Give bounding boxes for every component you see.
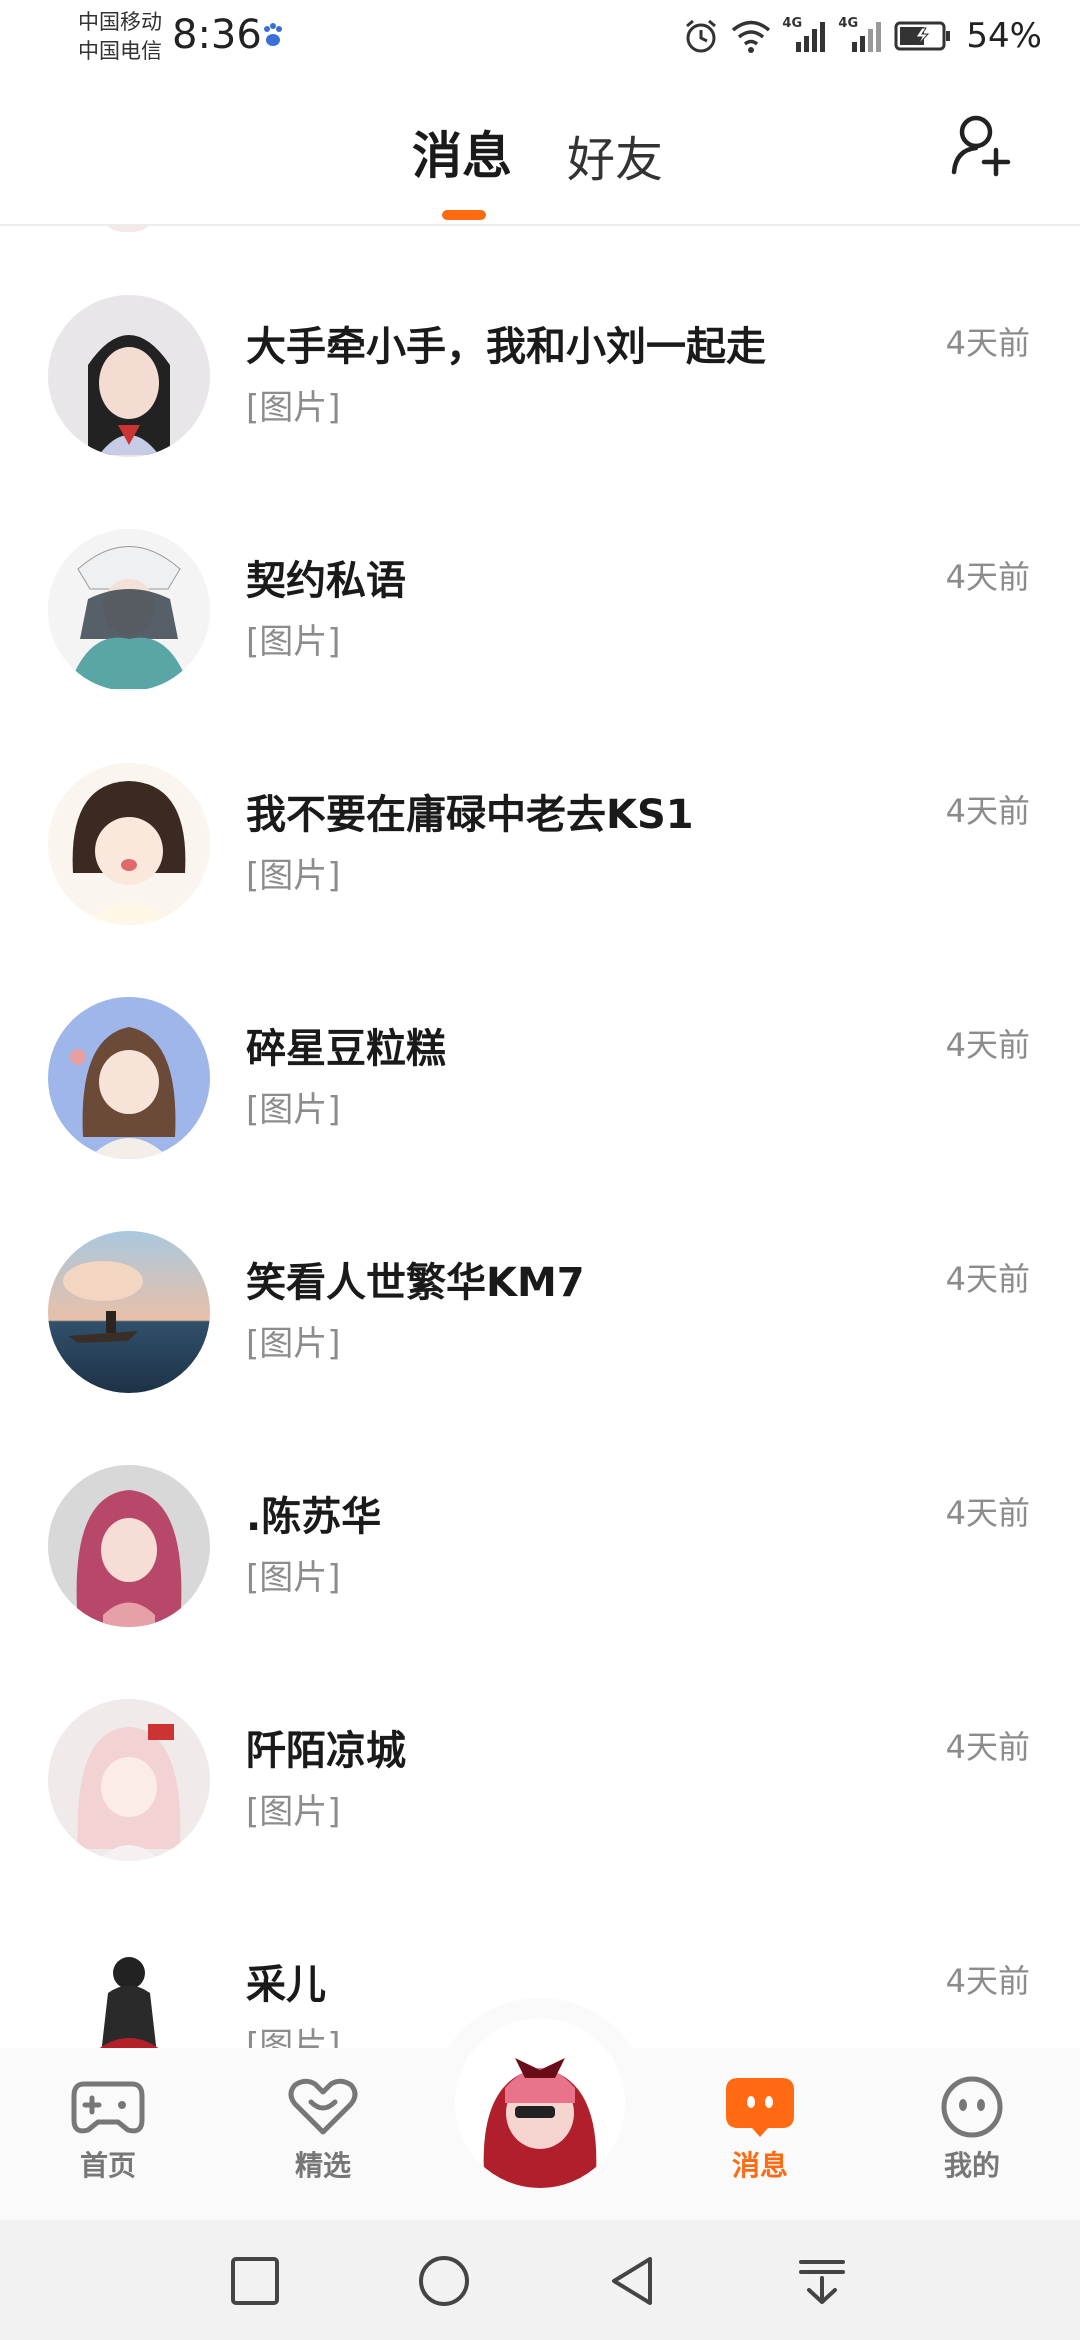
conversation-list[interactable]: 大手牵小手，我和小刘一起走 [图片] 4天前 契约私语 [图片] 4天前 我不要…	[0, 226, 1080, 2048]
signal-2: 4G	[838, 16, 884, 56]
nav-center-avatar[interactable]	[455, 2018, 625, 2188]
conversation-item[interactable]: .陈苏华 [图片] 4天前	[0, 1396, 1080, 1630]
message-preview: [图片]	[246, 856, 341, 896]
conversation-item[interactable]: 契约私语 [图片] 4天前	[0, 460, 1080, 694]
recent-apps-icon[interactable]	[228, 2254, 282, 2308]
message-preview: [图片]	[246, 1558, 341, 1598]
conversation-name: 契约私语	[246, 558, 406, 604]
status-time: 8:36	[172, 12, 262, 58]
conversation-item[interactable]: 笑看人世繁华KM7 [图片] 4天前	[0, 1162, 1080, 1396]
message-time: 4天前	[945, 1026, 1030, 1064]
avatar[interactable]	[48, 1933, 210, 2048]
conversation-name: 大手牵小手，我和小刘一起走	[246, 324, 766, 370]
battery-icon	[894, 21, 951, 51]
nav-me[interactable]: 我的	[912, 2076, 1032, 2184]
carrier-2: 中国电信	[78, 39, 162, 63]
nav-home-label: 首页	[79, 2149, 136, 2182]
avatar[interactable]	[48, 997, 210, 1159]
carrier-info: 中国移动 中国电信	[78, 8, 162, 66]
nav-featured[interactable]: 精选	[263, 2076, 383, 2184]
back-icon[interactable]	[606, 2254, 660, 2308]
chat-bubble-icon	[726, 2078, 794, 2137]
nav-home[interactable]: 首页	[48, 2076, 168, 2184]
message-preview: [图片]	[246, 388, 341, 428]
heart-icon	[288, 2078, 358, 2135]
message-time: 4天前	[945, 1962, 1030, 2000]
conversation-name: 采儿	[246, 1962, 326, 2008]
top-header: 消息 好友	[0, 76, 1080, 226]
message-preview: [图片]	[246, 622, 341, 662]
avatar[interactable]	[48, 1465, 210, 1627]
conversation-item[interactable]: 我不要在庸碌中老去KS1 [图片] 4天前	[0, 694, 1080, 928]
conversation-name: 笑看人世繁华KM7	[246, 1260, 585, 1306]
add-user-icon[interactable]	[950, 112, 1018, 180]
nav-messages-label: 消息	[731, 2149, 788, 2182]
carrier-1: 中国移动	[78, 10, 162, 34]
tab-friends[interactable]: 好友	[567, 120, 663, 190]
message-time: 4天前	[945, 324, 1030, 362]
avatar[interactable]	[48, 1231, 210, 1393]
message-preview: [图片]	[246, 1090, 341, 1130]
conversation-item[interactable]: 大手牵小手，我和小刘一起走 [图片] 4天前	[0, 226, 1080, 460]
face-icon	[941, 2076, 1003, 2138]
active-tab-indicator	[442, 210, 486, 220]
conversation-name: .陈苏华	[246, 1494, 382, 1540]
nav-messages[interactable]: 消息	[700, 2076, 820, 2184]
battery-percent: 54%	[966, 16, 1042, 56]
gamepad-icon	[71, 2081, 145, 2134]
nav-me-label: 我的	[943, 2149, 1000, 2182]
conversation-name: 我不要在庸碌中老去KS1	[246, 792, 694, 838]
conversation-name: 碎星豆粒糕	[246, 1026, 446, 1072]
status-bar: 中国移动 中国电信 8:36 4G 4G 54%	[0, 0, 1080, 76]
alarm-icon	[686, 19, 717, 53]
avatar[interactable]	[48, 1699, 210, 1861]
message-time: 4天前	[945, 792, 1030, 830]
paw-icon	[264, 23, 282, 46]
message-time: 4天前	[945, 1494, 1030, 1532]
signal-1: 4G	[782, 16, 828, 56]
tab-messages[interactable]: 消息	[412, 116, 512, 188]
message-preview: [图片]	[246, 2026, 341, 2048]
notification-pull-icon[interactable]	[795, 2254, 849, 2308]
avatar[interactable]	[48, 529, 210, 691]
message-time: 4天前	[945, 1728, 1030, 1766]
message-preview: [图片]	[246, 1792, 341, 1832]
conversation-item[interactable]: 碎星豆粒糕 [图片] 4天前	[0, 928, 1080, 1162]
wifi-icon	[732, 20, 771, 53]
status-icons: 4G 4G 54%	[682, 14, 1042, 58]
conversation-item[interactable]: 阡陌凉城 [图片] 4天前	[0, 1630, 1080, 1864]
message-time: 4天前	[945, 1260, 1030, 1298]
home-icon[interactable]	[417, 2254, 471, 2308]
message-time: 4天前	[945, 558, 1030, 596]
message-preview: [图片]	[246, 1324, 341, 1364]
avatar[interactable]	[48, 763, 210, 925]
signal-icon	[796, 22, 826, 52]
system-nav-bar	[0, 2220, 1080, 2340]
avatar[interactable]	[48, 295, 210, 457]
nav-featured-label: 精选	[294, 2149, 351, 2182]
conversation-name: 阡陌凉城	[246, 1728, 406, 1774]
signal-icon	[852, 22, 882, 52]
